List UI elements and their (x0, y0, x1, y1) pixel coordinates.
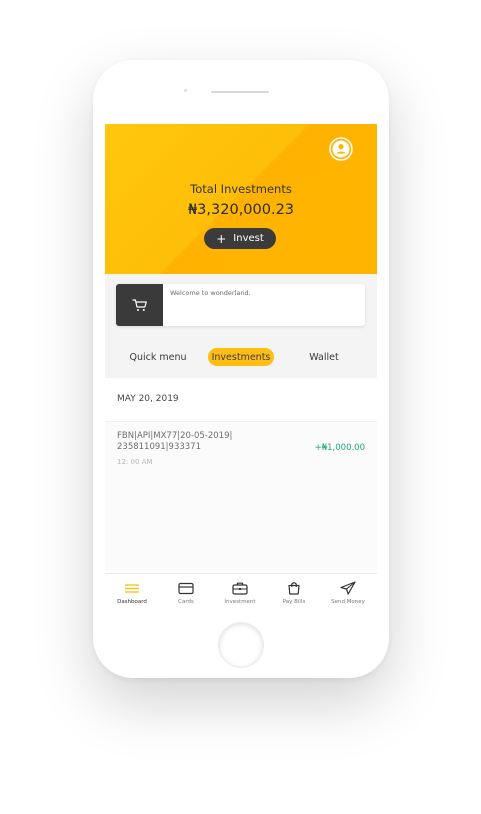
card-icon (178, 582, 194, 595)
nav-label-cards: Cards (178, 599, 194, 605)
phone-frame: Total Investments ₦3,320,000.23 + Invest… (93, 60, 389, 678)
date-header: MAY 20, 2019 (105, 378, 377, 422)
transaction-row[interactable]: FBN|API|MX77|20-05-2019| 235811091|93337… (105, 422, 377, 482)
transaction-amount: +₦1,000.00 (314, 443, 365, 453)
promo-text: Welcome to wonderland. (170, 289, 251, 297)
bottom-nav: Dashboard Cards Investment Pay Bills Sen… (105, 573, 377, 611)
nav-label-investment: Investment (224, 599, 256, 605)
transactions-list: MAY 20, 2019 FBN|API|MX77|20-05-2019| 23… (105, 378, 377, 573)
transaction-description: FBN|API|MX77|20-05-2019| 235811091|93337… (117, 431, 267, 453)
nav-item-pay-bills[interactable]: Pay Bills (267, 574, 321, 611)
plus-icon: + (216, 231, 227, 246)
nav-label-send-money: Send Money (331, 599, 365, 605)
nav-item-dashboard[interactable]: Dashboard (105, 574, 159, 611)
total-investments-label: Total Investments (190, 182, 292, 196)
transaction-reference-line2: 235811091|933371 (117, 442, 201, 452)
shopping-bag-icon (288, 582, 300, 595)
total-investments-amount: ₦3,320,000.23 (187, 202, 295, 218)
briefcase-icon (232, 582, 248, 595)
promo-card[interactable]: Welcome to wonderland. (116, 284, 365, 326)
date-label: MAY 20, 2019 (117, 394, 179, 404)
user-circle-icon[interactable] (329, 137, 353, 161)
section-tabs: Quick menu Investments Wallet (105, 342, 377, 372)
nav-label-pay-bills: Pay Bills (282, 599, 306, 605)
tab-investments[interactable]: Investments (208, 348, 274, 366)
transaction-reference-line1: FBN|API|MX77|20-05-2019| (117, 431, 233, 441)
transaction-time: 12: 00 AM (117, 458, 153, 466)
speaker-grille (211, 91, 269, 93)
nav-item-cards[interactable]: Cards (159, 574, 213, 611)
app-screen: Total Investments ₦3,320,000.23 + Invest… (105, 124, 377, 611)
promo-icon-tile (116, 284, 163, 326)
nav-item-investment[interactable]: Investment (213, 574, 267, 611)
home-button[interactable] (219, 623, 263, 667)
tab-wallet[interactable]: Wallet (289, 348, 359, 366)
paper-plane-icon (340, 581, 356, 595)
nav-item-send-money[interactable]: Send Money (321, 574, 375, 611)
investments-header: Total Investments ₦3,320,000.23 + Invest (105, 124, 377, 274)
front-camera (184, 89, 187, 92)
invest-button[interactable]: + Invest (204, 228, 276, 249)
nav-label-dashboard: Dashboard (117, 599, 147, 605)
invest-button-label: Invest (233, 233, 264, 244)
cart-icon (131, 299, 147, 311)
tab-quick-menu[interactable]: Quick menu (121, 348, 195, 366)
menu-icon (125, 584, 139, 593)
